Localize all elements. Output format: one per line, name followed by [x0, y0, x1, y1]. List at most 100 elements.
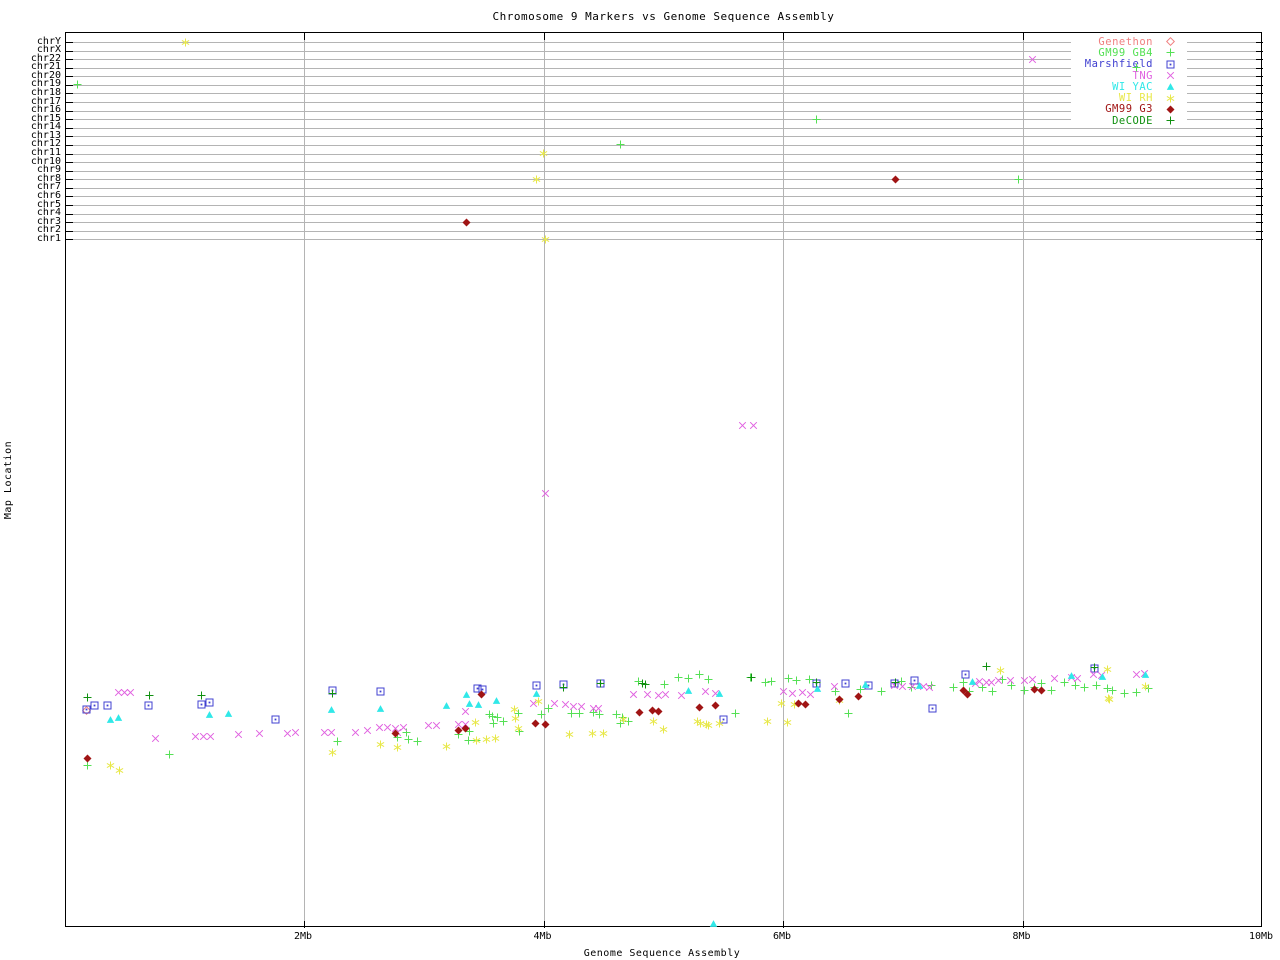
point-gm99-gb4: [1020, 686, 1029, 695]
point-tng: [701, 687, 710, 696]
plot-area: [65, 32, 1263, 928]
point-wi-yac: [684, 686, 693, 695]
point-tng: [541, 489, 550, 498]
point-gm99-g3: [854, 692, 863, 701]
point-gm99-g3: [391, 729, 400, 738]
x-axis-tick-4mb: 4Mb: [533, 931, 552, 942]
point-tng: [788, 689, 797, 698]
point-wi-rh: [534, 697, 543, 706]
point-tng: [432, 721, 441, 730]
point-wi-rh: [539, 149, 548, 158]
point-gm99-gb4: [695, 670, 704, 679]
point-gm99-gb4: [1092, 681, 1101, 690]
point-decode: [328, 689, 337, 698]
point-tng: [234, 730, 243, 739]
point-gm99-gb4: [660, 680, 669, 689]
point-decode: [641, 680, 650, 689]
point-marshfield: [841, 679, 850, 688]
point-wi-rh: [514, 724, 523, 733]
point-decode: [596, 679, 605, 688]
point-wi-rh: [565, 730, 574, 739]
point-wi-rh: [511, 714, 520, 723]
point-decode: [83, 693, 92, 702]
point-tng: [1028, 55, 1037, 64]
point-gm99-gb4: [333, 737, 342, 746]
point-wi-yac: [474, 700, 483, 709]
point-gm99-gb4: [73, 80, 82, 89]
point-wi-yac: [1141, 670, 1150, 679]
point-gm99-g3: [541, 720, 550, 729]
point-gm99-gb4: [1132, 688, 1141, 697]
point-decode: [891, 678, 900, 687]
point-wi-rh: [588, 729, 597, 738]
point-wi-rh: [1141, 682, 1150, 691]
point-wi-yac: [915, 681, 924, 690]
point-wi-yac: [861, 680, 870, 689]
point-gm99-g3: [462, 218, 471, 227]
point-gm99-gb4: [949, 683, 958, 692]
point-tng: [399, 723, 408, 732]
point-wi-rh: [599, 729, 608, 738]
point-wi-yac: [715, 689, 724, 698]
point-decode: [559, 683, 568, 692]
point-wi-yac: [492, 696, 501, 705]
point-decode: [812, 678, 821, 687]
point-tng: [749, 421, 758, 430]
point-wi-yac: [709, 919, 718, 928]
point-wi-yac: [465, 699, 474, 708]
point-wi-rh: [482, 735, 491, 744]
point-wi-rh: [491, 734, 500, 743]
point-wi-rh: [783, 718, 792, 727]
point-gm99-gb4: [877, 687, 886, 696]
point-decode: [982, 662, 991, 671]
point-wi-rh: [532, 175, 541, 184]
point-gm99-g3: [531, 719, 540, 728]
point-gm99-g3: [835, 695, 844, 704]
point-gm99-gb4: [812, 115, 821, 124]
point-tng: [255, 729, 264, 738]
point-wi-yac: [462, 690, 471, 699]
point-wi-rh: [376, 740, 385, 749]
chart-title: Chromosome 9 Markers vs Genome Sequence …: [492, 10, 835, 23]
point-tng: [594, 704, 603, 713]
point-gm99-gb4: [988, 687, 997, 696]
point-wi-rh: [106, 761, 115, 770]
point-tng: [291, 728, 300, 737]
point-wi-rh: [996, 666, 1005, 675]
point-tng: [363, 726, 372, 735]
point-gm99-g3: [711, 701, 720, 710]
point-decode: [747, 673, 756, 682]
point-wi-yac: [1067, 671, 1076, 680]
point-wi-rh: [649, 717, 658, 726]
point-wi-rh: [704, 721, 713, 730]
point-tng: [126, 688, 135, 697]
point-decode: [1090, 663, 1099, 672]
point-marshfield: [103, 701, 112, 710]
point-wi-rh: [659, 725, 668, 734]
point-decode: [197, 691, 206, 700]
point-tng: [994, 676, 1003, 685]
point-gm99-gb4: [404, 735, 413, 744]
point-gm99-gb4: [1047, 686, 1056, 695]
point-tng: [461, 707, 470, 716]
point-gm99-gb4: [1120, 689, 1129, 698]
point-wi-rh: [472, 736, 481, 745]
point-gm99-gb4: [684, 674, 693, 683]
point-gm99-gb4: [489, 719, 498, 728]
point-gm99-gb4: [731, 709, 740, 718]
point-tng: [779, 687, 788, 696]
point-gm99-gb4: [1080, 683, 1089, 692]
x-axis-tick-labels: 2Mb 4Mb 6Mb 8Mb 10Mb: [0, 931, 1280, 945]
point-tng: [1006, 676, 1015, 685]
point-gm99-gb4: [792, 676, 801, 685]
point-gm99-gb4: [674, 673, 683, 682]
point-tng: [1050, 674, 1059, 683]
point-tng: [206, 732, 215, 741]
point-marshfield: [144, 701, 153, 710]
point-wi-rh: [619, 715, 628, 724]
point-wi-yac: [205, 710, 214, 719]
point-wi-yac: [114, 713, 123, 722]
point-gm99-gb4: [704, 675, 713, 684]
point-gm99-g3: [83, 754, 92, 763]
point-gm99-g3: [801, 700, 810, 709]
